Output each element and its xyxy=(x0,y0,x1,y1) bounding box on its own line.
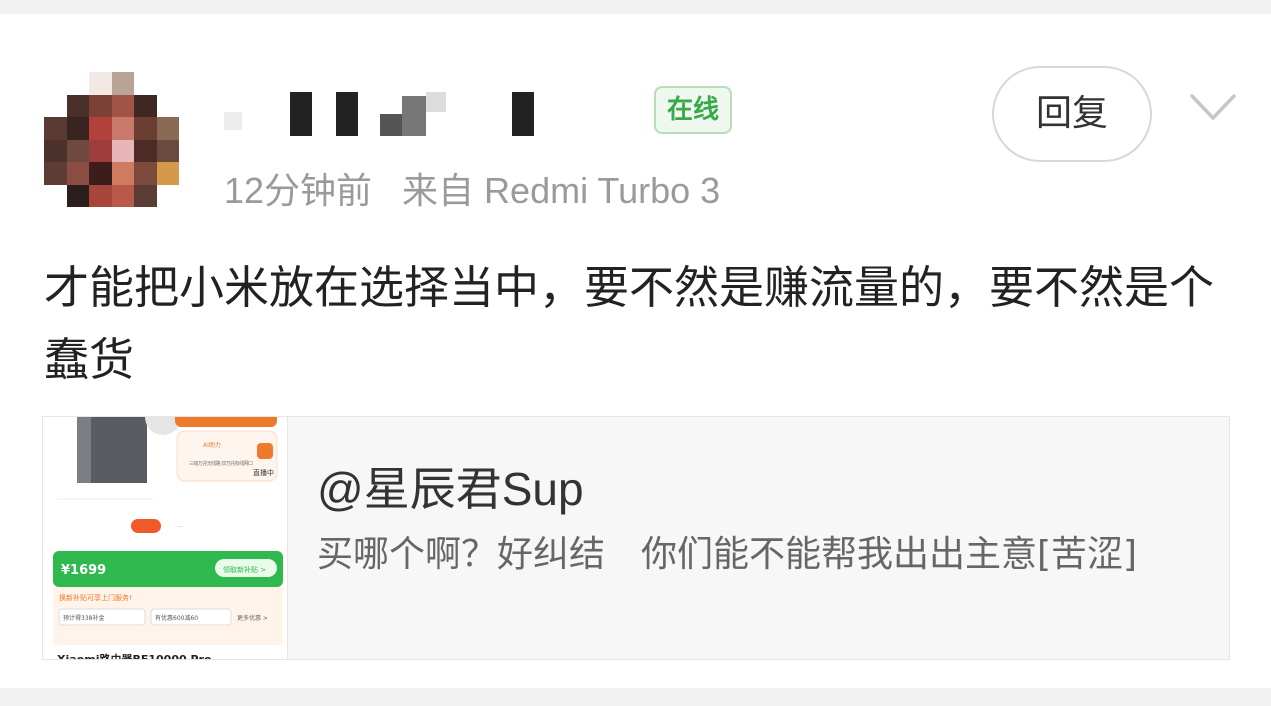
online-status-badge: 在线 xyxy=(654,86,732,134)
thumb-more: 更多优惠 > xyxy=(237,614,268,622)
username-obscured[interactable] xyxy=(220,88,550,136)
thumb-side-text: 三级万兆无线路 双万兆有线网口 xyxy=(189,460,253,467)
avatar[interactable] xyxy=(44,72,179,207)
quoted-post-card[interactable]: AI助力 三级万兆无线路 双万兆有线网口 直播中 ··· ¥1699 领取新补贴… xyxy=(42,416,1230,660)
thumb-promo-button: 领取新补贴 > xyxy=(223,565,266,574)
comment-time: 12分钟前 xyxy=(224,170,373,211)
thumb-ai-tag: AI助力 xyxy=(203,441,221,449)
thumb-price: ¥1699 xyxy=(61,563,106,578)
thumb-chip-1: 预计得338补金 xyxy=(63,614,104,622)
comment-text: 才能把小米放在选择当中，要不然是赚流量的，要不然是个蠢货 xyxy=(44,261,1215,386)
product-screenshot-image: AI助力 三级万兆无线路 双万兆有线网口 直播中 ··· ¥1699 领取新补贴… xyxy=(43,417,287,660)
comment-source: 来自 Redmi Turbo 3 xyxy=(402,170,721,211)
quoted-post-thumbnail[interactable]: AI助力 三级万兆无线路 双万兆有线网口 直播中 ··· ¥1699 领取新补贴… xyxy=(43,417,288,660)
comment-card: 在线 12分钟前 来自 Redmi Turbo 3 回复 才能把小米放在选择当中，… xyxy=(0,14,1271,688)
thumb-chip-2: 有优惠600减60 xyxy=(155,614,198,622)
thumb-live-label: 直播中 xyxy=(253,468,274,477)
thumb-service: 换新补贴可享上门服务! xyxy=(59,593,132,602)
chevron-down-icon[interactable] xyxy=(1188,86,1238,126)
thumb-product-name: Xiaomi路由器BE10000 Pro xyxy=(57,652,212,660)
svg-text:···: ··· xyxy=(177,524,183,531)
comment-meta: 12分钟前 来自 Redmi Turbo 3 xyxy=(224,162,720,214)
quoted-text: 买哪个啊？好纠结 你们能不能帮我出出主意[苦涩] xyxy=(317,534,1138,575)
quoted-author[interactable]: @星辰君Sup xyxy=(317,453,584,519)
reply-button[interactable]: 回复 xyxy=(992,66,1152,162)
